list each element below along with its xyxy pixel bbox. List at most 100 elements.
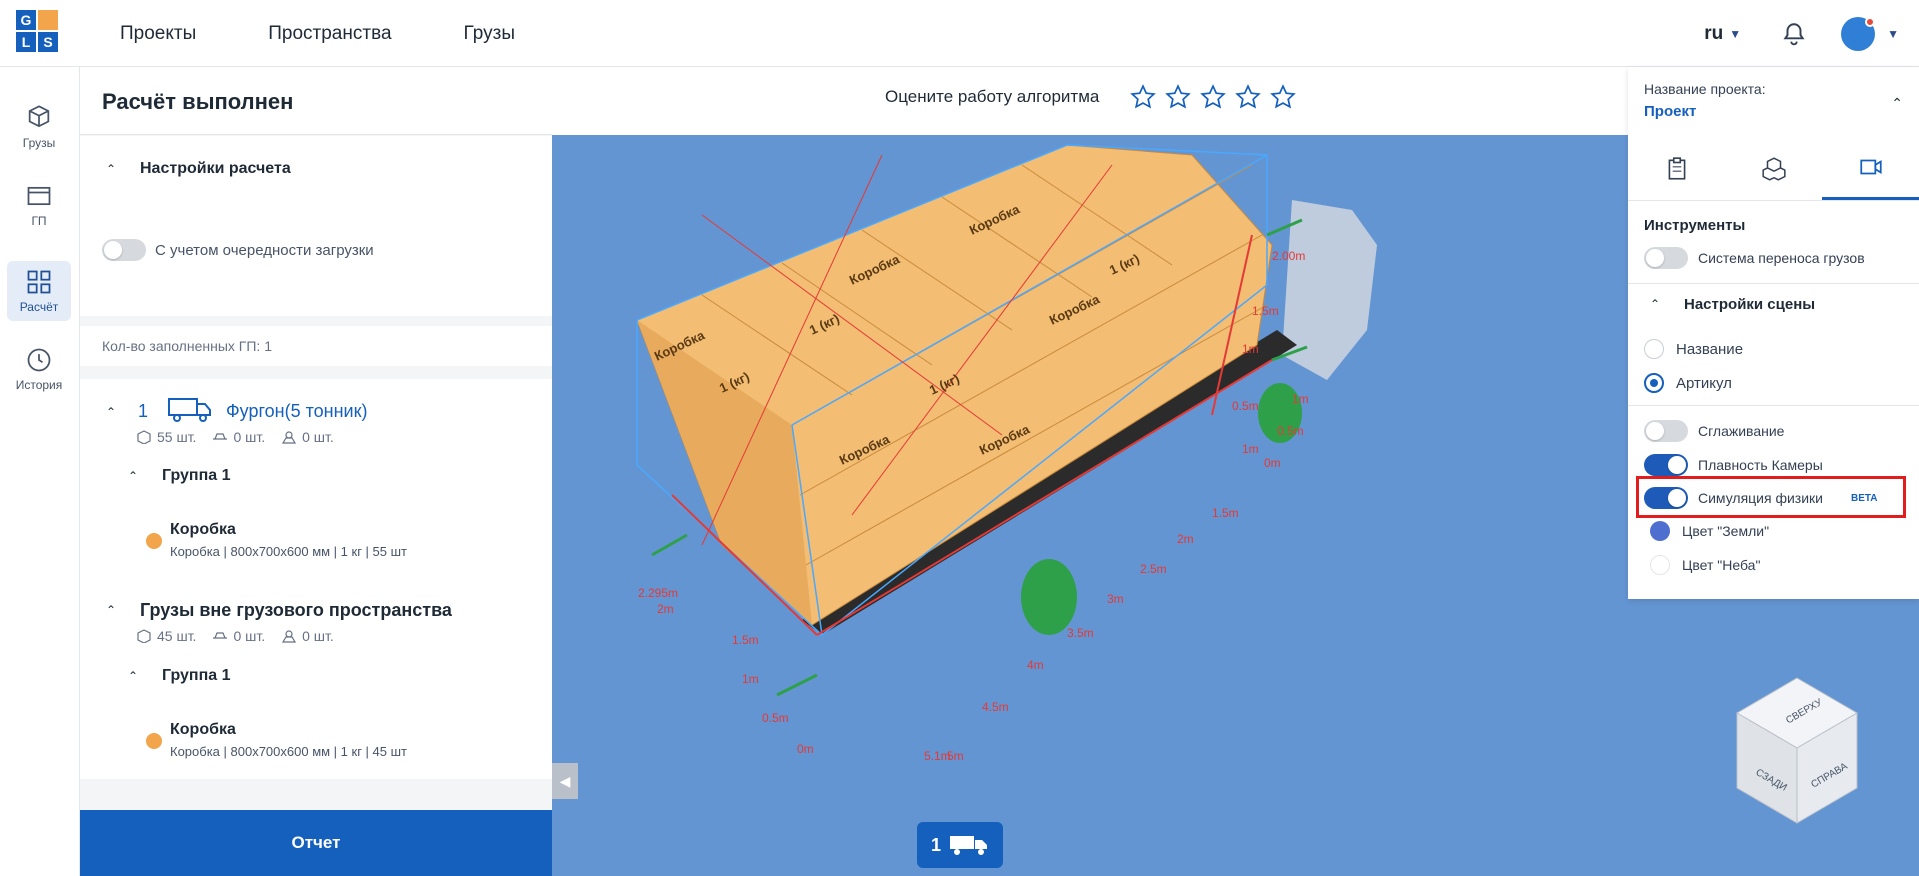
smoothing-toggle[interactable] [1644,420,1688,442]
calculation-panel: Расчёт выполнен ⌃ Настройки расчета С уч… [80,67,552,876]
chevron-up-icon[interactable]: ⌃ [106,162,116,176]
radio-row-article[interactable]: Артикул [1644,373,1732,393]
tab-cargo[interactable] [1725,137,1822,200]
ruler-label: 5.1m [924,749,951,763]
logo-letter-g: G [16,10,36,30]
vehicle-name[interactable]: Фургон(5 тонник) [226,401,367,422]
logo-block [38,10,58,30]
results-block: ⌃ 1 Фургон(5 тонник) 55 шт. 0 шт. 0 шт. … [80,379,552,779]
group-title: Группа 1 [162,667,231,684]
language-value: ru [1704,22,1724,44]
stack-icon [282,630,297,643]
radio-name[interactable] [1644,339,1664,359]
ruler-label: 1.5m [1252,304,1279,318]
item-name: Коробка [170,521,236,538]
top-bar: G L S Проекты Пространства Грузы ru ▼ ▼ [0,0,1919,67]
collapse-panel-button[interactable]: ◀ [552,763,578,799]
sidebar-item-label: ГП [31,214,47,228]
stack-icon [282,431,297,444]
panel-tabs [1628,137,1919,201]
report-button[interactable]: Отчет [80,810,552,876]
vehicle-index: 1 [138,401,149,421]
group-title: Группа 1 [162,467,231,484]
sidebar-item-history[interactable]: История [7,339,71,399]
ground-color-swatch[interactable] [1650,521,1670,541]
sky-color-swatch[interactable] [1650,555,1670,575]
count-other: 0 шт. [302,429,334,445]
star-icon[interactable] [1200,84,1226,110]
camera-smooth-label: Плавность Камеры [1698,457,1823,473]
tab-report[interactable] [1628,137,1725,200]
rating-stars [1130,84,1305,110]
transfer-label: Система переноса грузов [1698,250,1865,266]
calculation-grid-icon [27,270,51,294]
avatar[interactable] [1841,16,1876,51]
chevron-up-icon[interactable]: ⌃ [1650,297,1660,311]
camera-smooth-toggle[interactable] [1644,454,1688,476]
sky-color-row[interactable]: Цвет "Неба" [1650,555,1760,575]
radio-article[interactable] [1644,373,1664,393]
star-icon[interactable] [1165,84,1191,110]
project-name[interactable]: Проект [1644,103,1696,120]
main-nav: Проекты Пространства Грузы [100,0,567,67]
star-icon[interactable] [1130,84,1156,110]
radio-article-label: Артикул [1676,374,1732,392]
sidebar-item-cargo-space[interactable]: ГП [7,175,71,235]
sky-color-label: Цвет "Неба" [1682,557,1761,573]
nav-cargo[interactable]: Грузы [464,23,515,45]
ruler-label: 2.295m [638,586,678,600]
group-color-dot [146,533,162,549]
settings-block: ⌃ Настройки расчета С учетом очередности… [80,136,552,316]
smoothing-row: Сглаживание [1644,420,1784,442]
box-icon [137,430,151,444]
pallet-icon [213,632,228,639]
bell-icon[interactable] [1781,21,1807,47]
project-label: Название проекта: [1644,81,1766,97]
rating-text: Оцените работу алгоритма [885,87,1100,106]
chevron-up-icon[interactable]: ⌃ [106,405,116,419]
ruler-label: 0.5m [1232,399,1259,413]
radio-row-name[interactable]: Название [1644,339,1743,359]
count-boxes: 45 шт. [157,628,197,644]
transfer-toggle[interactable] [1644,247,1688,269]
star-icon[interactable] [1235,84,1261,110]
ruler-label: 3m [1107,592,1124,606]
clipboard-icon [1668,156,1685,180]
truck-tab-1[interactable]: 1 [917,822,1003,868]
chevron-up-icon[interactable]: ⌃ [128,669,138,683]
tools-title: Инструменты [1644,217,1746,234]
ruler-label: 4m [1027,658,1044,672]
ruler-label: 2.5m [1140,562,1167,576]
nav-spaces[interactable]: Пространства [268,23,391,45]
scene-settings-title: Настройки сцены [1684,296,1816,313]
sidebar-item-cargo[interactable]: Грузы [7,97,71,157]
settings-title: Настройки расчета [140,160,291,177]
gls-logo[interactable]: G L S [16,10,62,56]
nav-projects[interactable]: Проекты [120,23,196,45]
logo-letter-s: S [38,32,58,52]
ruler-label: 0.5m [762,711,789,725]
notification-dot [1865,16,1876,27]
tab-scene[interactable] [1822,137,1919,200]
ruler-label: 2m [1177,532,1194,546]
top-right-controls: ru ▼ ▼ [1704,0,1899,67]
chevron-up-icon[interactable]: ⌃ [1891,95,1903,112]
radio-name-label: Название [1676,340,1744,358]
queue-toggle[interactable] [102,239,146,261]
outside-counts: 45 шт. 0 шт. 0 шт. [136,628,350,644]
cargo-space-icon [27,186,51,206]
view-cube[interactable]: СВЕРХУ СЗАДИ СПРАВА [1732,673,1862,833]
chevron-left-icon: ◀ [559,772,571,789]
chevron-up-icon[interactable]: ⌃ [128,469,138,483]
filled-count-block: Кол-во заполненных ГП: 1 [80,326,552,366]
chevron-up-icon[interactable]: ⌃ [106,603,116,617]
vehicle-counts: 55 шт. 0 шт. 0 шт. [136,429,350,445]
ground-color-row[interactable]: Цвет "Земли" [1650,521,1769,541]
count-boxes: 55 шт. [157,429,197,445]
chevron-down-icon[interactable]: ▼ [1887,27,1899,41]
language-select[interactable]: ru ▼ [1704,23,1741,45]
truck-tab-number: 1 [930,834,941,855]
chevron-down-icon: ▼ [1729,26,1742,41]
sidebar-item-calculation[interactable]: Расчёт [7,261,71,321]
star-icon[interactable] [1270,84,1296,110]
